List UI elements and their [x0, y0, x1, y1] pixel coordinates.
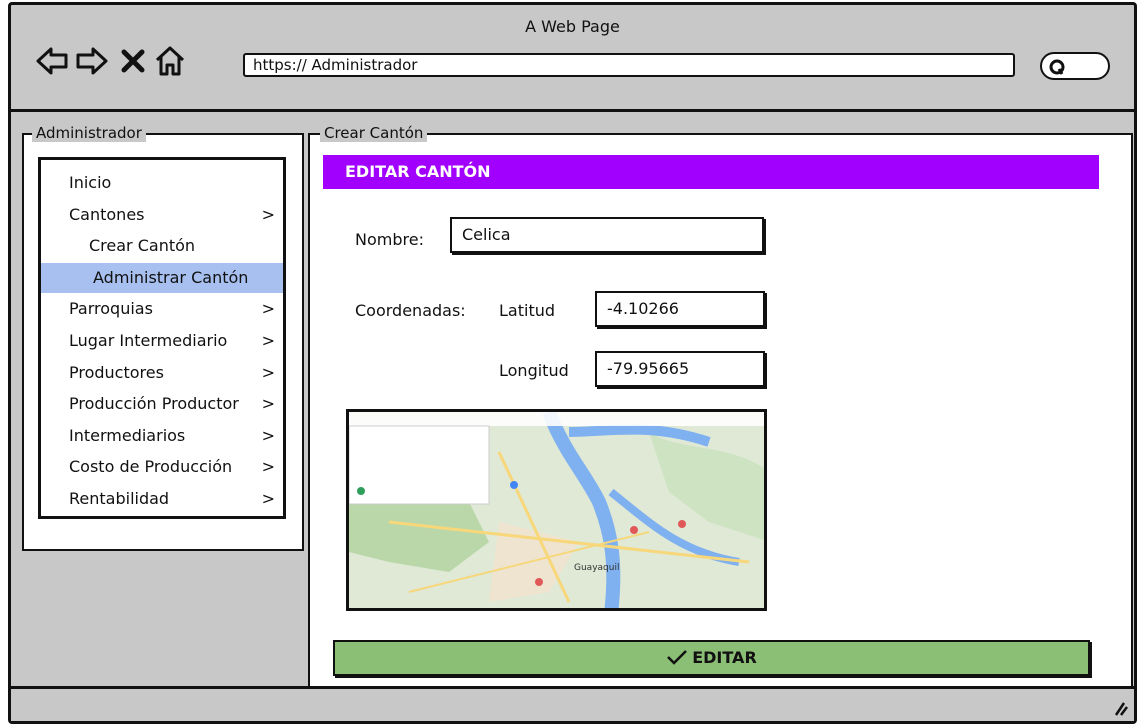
main-legend: Crear Cantón — [320, 124, 428, 142]
close-icon[interactable] — [119, 45, 147, 77]
sidebar-item-label: Inicio — [69, 173, 112, 192]
chevron-right-icon: > — [261, 457, 275, 477]
status-bar — [11, 686, 1134, 721]
resize-grip-icon[interactable] — [1110, 699, 1128, 717]
forward-arrow-icon[interactable] — [75, 45, 109, 77]
chevron-right-icon: > — [261, 489, 275, 508]
sidebar-item-parroquias[interactable]: Parroquias > — [41, 294, 283, 324]
chevron-right-icon: > — [261, 331, 275, 350]
sidebar-item-intermediarios[interactable]: Intermediarios > — [41, 421, 283, 451]
sidebar-legend: Administrador — [32, 124, 146, 142]
sidebar-item-label: Cantones — [69, 204, 145, 224]
sidebar-item-label: Crear Cantón — [89, 236, 196, 256]
browser-search-button[interactable] — [1040, 52, 1110, 80]
map-city-label: Guayaquil — [574, 563, 619, 573]
home-icon[interactable] — [153, 45, 187, 77]
sidebar-item-administrar-canton[interactable]: Administrar Cantón — [41, 262, 283, 293]
sidebar-panel: Administrador Inicio Cantones > Crear Cantó… — [22, 124, 304, 551]
sidebar-item-crear-canton[interactable]: Crear Cantón — [41, 231, 283, 261]
longitud-label: Longitud — [499, 361, 569, 380]
sidebar-item-label: Parroquias — [69, 299, 153, 319]
sidebar-item-inicio[interactable]: Inicio — [41, 168, 283, 198]
sidebar-menu: Inicio Cantones > Crear Cantón Administrar C… — [38, 157, 286, 519]
sidebar-item-productores[interactable]: Productores > — [41, 358, 283, 388]
chevron-right-icon: > — [261, 299, 275, 319]
main-panel: Crear Cantón EDITAR CANTÓN Nombre: Celic… — [308, 124, 1133, 689]
latitud-label: Latitud — [499, 301, 556, 320]
sidebar-item-label: Rentabilidad — [69, 489, 170, 508]
chevron-right-icon: > — [261, 394, 275, 414]
sidebar-item-label: Producción Productor — [69, 394, 239, 414]
window-title: A Web Page — [525, 17, 620, 36]
sidebar-item-cantones[interactable]: Cantones > — [41, 200, 283, 230]
sidebar-item-label: Intermediarios — [69, 425, 186, 445]
url-bar[interactable]: https:// Administrador — [243, 53, 1015, 77]
map-image: Guayaquil — [349, 412, 764, 608]
sidebar-item-produccion-productor[interactable]: Producción Productor > — [41, 389, 283, 419]
chevron-right-icon: > — [261, 204, 275, 224]
nombre-field[interactable]: Celica — [450, 217, 764, 253]
chevron-right-icon: > — [261, 425, 275, 445]
browser-window: A Web Page https:// Administrador Admini… — [8, 2, 1137, 724]
sidebar-item-label: Costo de Producción — [69, 457, 233, 477]
nombre-label: Nombre: — [355, 230, 424, 249]
search-icon — [1049, 59, 1065, 75]
toolbar-divider — [11, 109, 1134, 112]
back-arrow-icon[interactable] — [35, 45, 69, 77]
editar-button[interactable]: EDITAR — [333, 640, 1090, 676]
sidebar-item-label: Lugar Intermediario — [69, 331, 228, 350]
sidebar-item-costo-de-produccion[interactable]: Costo de Producción > — [41, 452, 283, 482]
map-view[interactable]: Guayaquil — [346, 409, 767, 611]
sidebar-item-label: Productores — [69, 362, 164, 382]
latitud-field[interactable]: -4.10266 — [595, 291, 765, 327]
sidebar-item-rentabilidad[interactable]: Rentabilidad > — [41, 484, 283, 514]
chevron-right-icon: > — [261, 362, 275, 382]
longitud-field[interactable]: -79.95665 — [595, 351, 765, 387]
sidebar-item-label: Administrar Cantón — [93, 267, 249, 287]
sidebar-item-lugar-intermediario[interactable]: Lugar Intermediario > — [41, 326, 283, 356]
checkmark-icon — [667, 650, 688, 665]
editar-button-label: EDITAR — [692, 648, 757, 667]
coordenadas-label: Coordenadas: — [355, 301, 466, 320]
form-header: EDITAR CANTÓN — [323, 155, 1099, 189]
